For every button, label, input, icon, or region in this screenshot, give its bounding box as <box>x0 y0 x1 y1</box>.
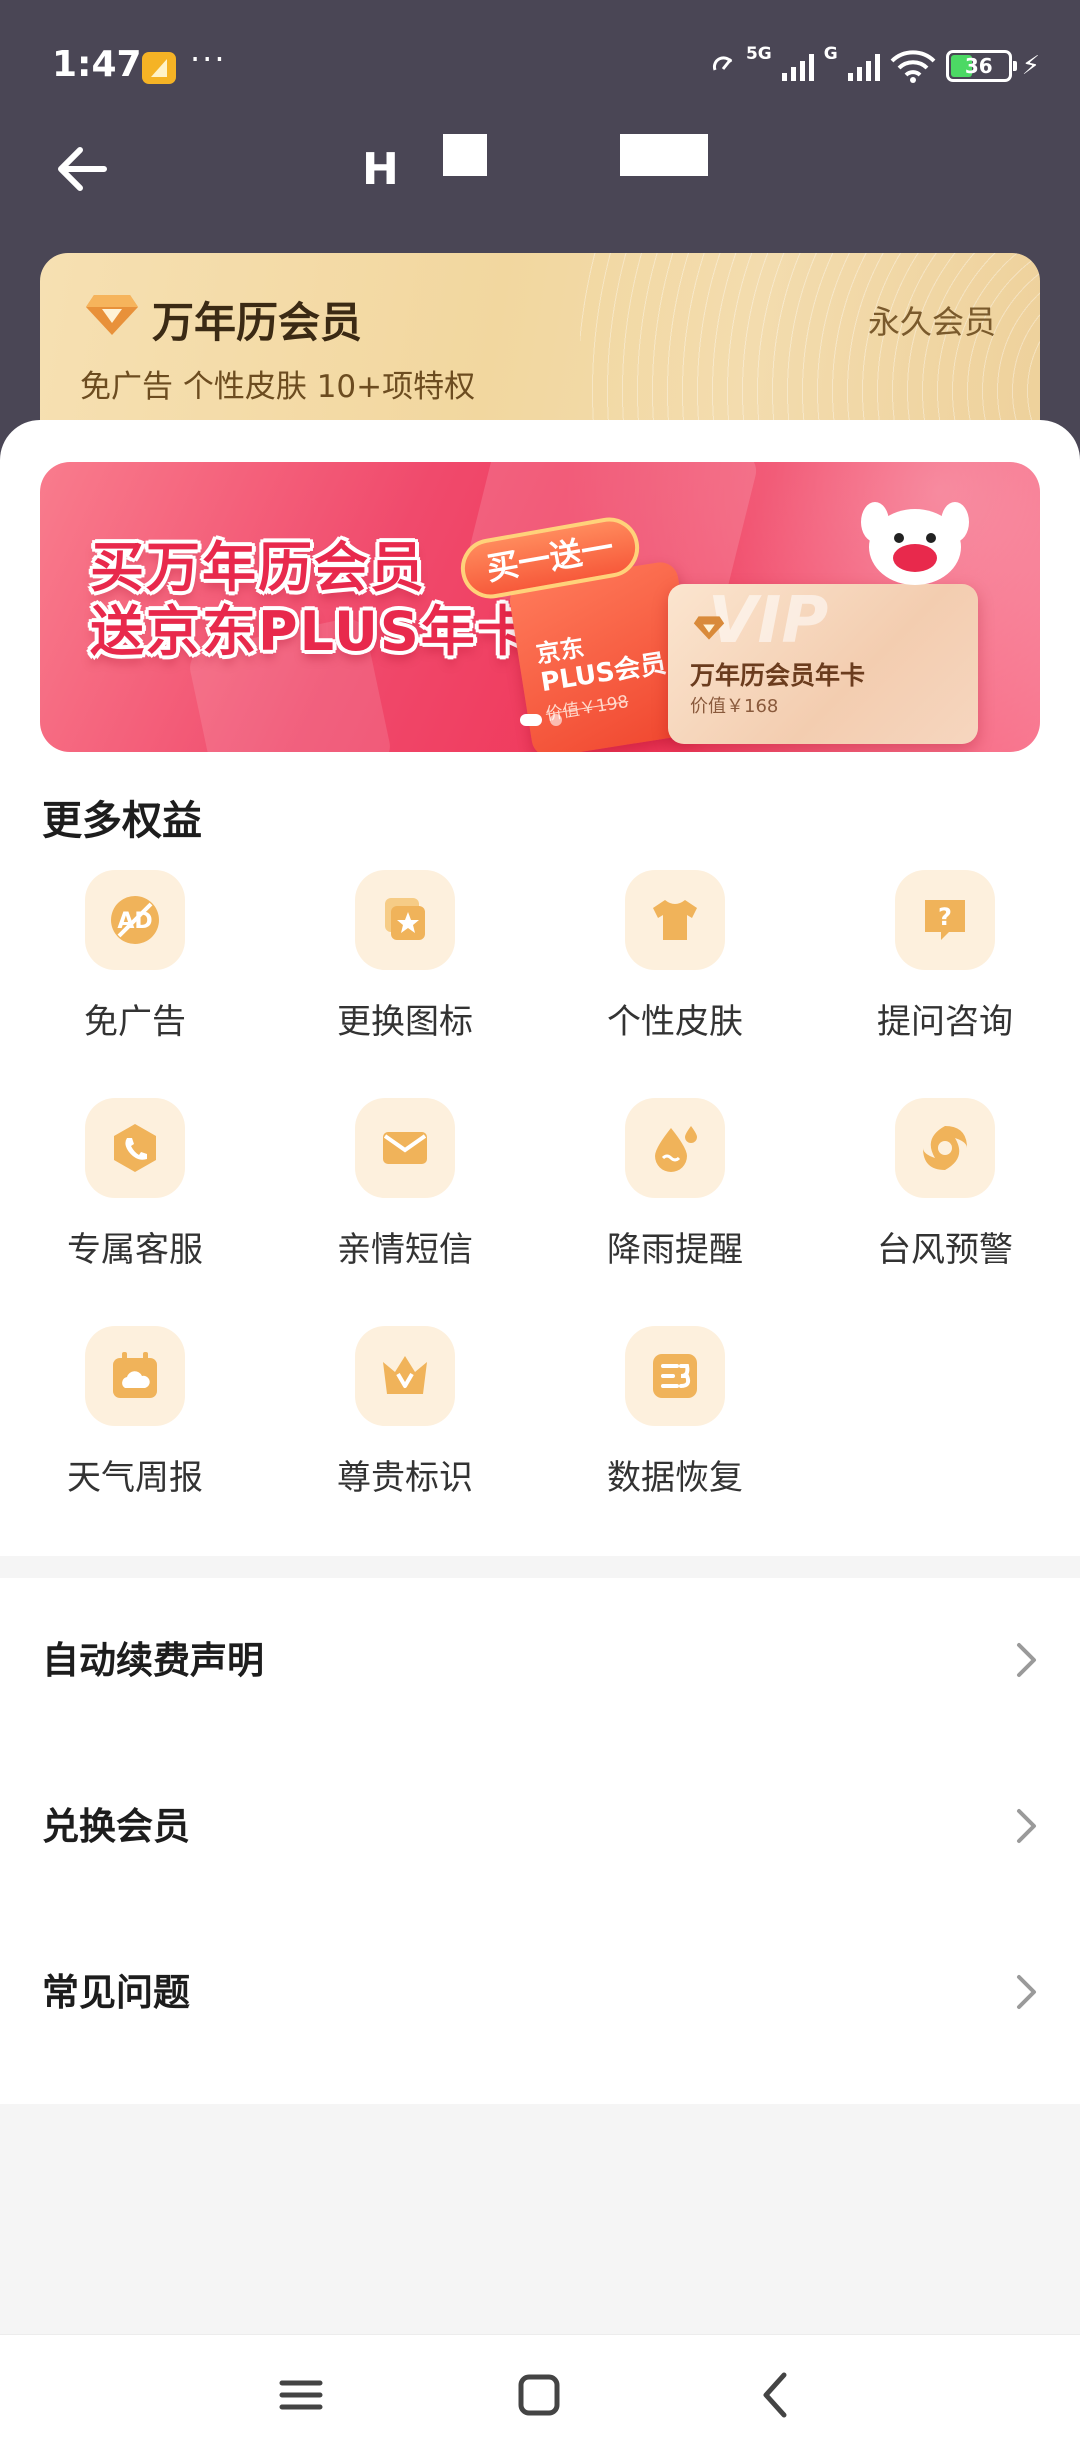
status-icons: 5G G 36 ⚡ <box>712 44 1040 88</box>
screen: 1:47 ··· 5G G 36 ⚡ H 万年历会员 永久会员 免广告 个性皮肤… <box>0 0 1080 2460</box>
back-icon[interactable] <box>742 2365 812 2425</box>
vip-annual-card: VIP 万年历会员年卡 价值￥168 <box>668 584 978 744</box>
benefit-label: 尊贵标识 <box>337 1458 473 1498</box>
header-background: 1:47 ··· 5G G 36 ⚡ H 万年历会员 永久会员 免广告 个性皮肤… <box>0 0 1080 483</box>
back-arrow-icon[interactable] <box>48 134 118 204</box>
vip-card-name: 万年历会员年卡 <box>690 661 866 690</box>
benefits-section-title: 更多权益 <box>42 798 202 844</box>
data-restore-icon <box>625 1326 725 1426</box>
raindrop-icon <box>625 1098 725 1198</box>
benefit-customer-service[interactable]: 专属客服 <box>0 1098 270 1298</box>
wifi-icon <box>890 50 936 83</box>
benefit-label: 个性皮肤 <box>607 1002 743 1042</box>
menu-label: 自动续费声明 <box>42 1639 264 1682</box>
phone-icon <box>85 1098 185 1198</box>
menu-label: 兑换会员 <box>42 1805 190 1848</box>
benefit-weather-weekly[interactable]: 天气周报 <box>0 1326 270 1526</box>
menu-auto-renew-statement[interactable]: 自动续费声明 <box>0 1578 1080 1744</box>
benefit-label: 降雨提醒 <box>607 1230 743 1270</box>
redacted-block <box>443 134 487 176</box>
empty-area <box>0 2104 1080 2334</box>
benefit-label: 台风预警 <box>877 1230 1013 1270</box>
network-type-5g: 5G <box>745 44 772 64</box>
benefit-data-restore[interactable]: 数据恢复 <box>540 1326 810 1526</box>
data-speed-icon <box>712 56 733 71</box>
benefit-label: 数据恢复 <box>607 1458 743 1498</box>
benefit-rain-alert[interactable]: 降雨提醒 <box>540 1098 810 1298</box>
menu-list: 自动续费声明 兑换会员 常见问题 <box>0 1578 1080 2104</box>
notification-app-icon <box>142 52 176 84</box>
signal-icon-1 <box>781 51 814 81</box>
chevron-right-icon <box>1017 1643 1036 1677</box>
network-type-g: G <box>823 44 838 64</box>
redacted-block <box>620 134 708 176</box>
chevron-right-icon <box>1017 1975 1036 2009</box>
battery-icon: 36 <box>945 50 1017 82</box>
member-benefits-summary: 免广告 个性皮肤 10+项特权 <box>80 369 476 405</box>
vip-card-price: 价值￥168 <box>690 696 779 717</box>
chevron-right-icon <box>1017 1809 1036 1843</box>
tshirt-icon <box>625 870 725 970</box>
benefit-vip-badge[interactable]: 尊贵标识 <box>270 1326 540 1526</box>
jd-mascot-icon <box>861 502 969 585</box>
crown-icon <box>355 1326 455 1426</box>
banner-headline-line2: 送京东PLUS年卡 <box>90 600 533 663</box>
benefit-family-sms[interactable]: 亲情短信 <box>270 1098 540 1298</box>
benefit-consult[interactable]: ? 提问咨询 <box>810 870 1080 1070</box>
status-bar: 1:47 ··· 5G G 36 ⚡ <box>0 0 1080 130</box>
diamond-icon <box>693 616 725 640</box>
more-notifications-icon: ··· <box>190 40 227 78</box>
member-status: 永久会员 <box>867 303 996 341</box>
promo-banner[interactable]: 买万年历会员 送京东PLUS年卡 京东 PLUS会员 价值￥198 VIP 万年… <box>40 462 1040 752</box>
vip-watermark: VIP <box>708 584 829 658</box>
charging-icon: ⚡ <box>1021 51 1040 81</box>
typhoon-icon <box>895 1098 995 1198</box>
no-ads-icon: AD <box>85 870 185 970</box>
benefit-label: 专属客服 <box>67 1230 203 1270</box>
menu-faq[interactable]: 常见问题 <box>0 1910 1080 2076</box>
home-icon[interactable] <box>504 2365 574 2425</box>
menu-label: 常见问题 <box>42 1971 190 2014</box>
member-title: 万年历会员 <box>152 298 363 347</box>
section-divider <box>0 1556 1080 1578</box>
status-time: 1:47 <box>52 44 142 85</box>
benefit-label: 提问咨询 <box>877 1002 1013 1042</box>
envelope-icon <box>355 1098 455 1198</box>
benefit-label: 更换图标 <box>337 1002 473 1042</box>
menu-redeem-membership[interactable]: 兑换会员 <box>0 1744 1080 1910</box>
change-icon-icon <box>355 870 455 970</box>
benefit-no-ads[interactable]: AD 免广告 <box>0 870 270 1070</box>
main-content: 买万年历会员 送京东PLUS年卡 京东 PLUS会员 价值￥198 VIP 万年… <box>0 420 1080 1560</box>
system-navigation-bar <box>0 2334 1080 2460</box>
benefit-typhoon-alert[interactable]: 台风预警 <box>810 1098 1080 1298</box>
nav-bar: H <box>0 120 1080 210</box>
banner-pagination <box>520 714 562 726</box>
benefit-change-icon[interactable]: 更换图标 <box>270 870 540 1070</box>
menu-icon[interactable] <box>266 2365 336 2425</box>
page-title: H <box>362 144 399 195</box>
svg-text:?: ? <box>938 903 952 931</box>
battery-level: 36 <box>964 54 993 78</box>
diamond-icon <box>86 295 138 335</box>
benefit-label: 免广告 <box>84 1002 186 1042</box>
benefit-label: 天气周报 <box>67 1458 203 1498</box>
benefit-skin[interactable]: 个性皮肤 <box>540 870 810 1070</box>
benefit-label: 亲情短信 <box>337 1230 473 1270</box>
calendar-cloud-icon <box>85 1326 185 1426</box>
signal-icon-2 <box>847 51 880 81</box>
question-icon: ? <box>895 870 995 970</box>
